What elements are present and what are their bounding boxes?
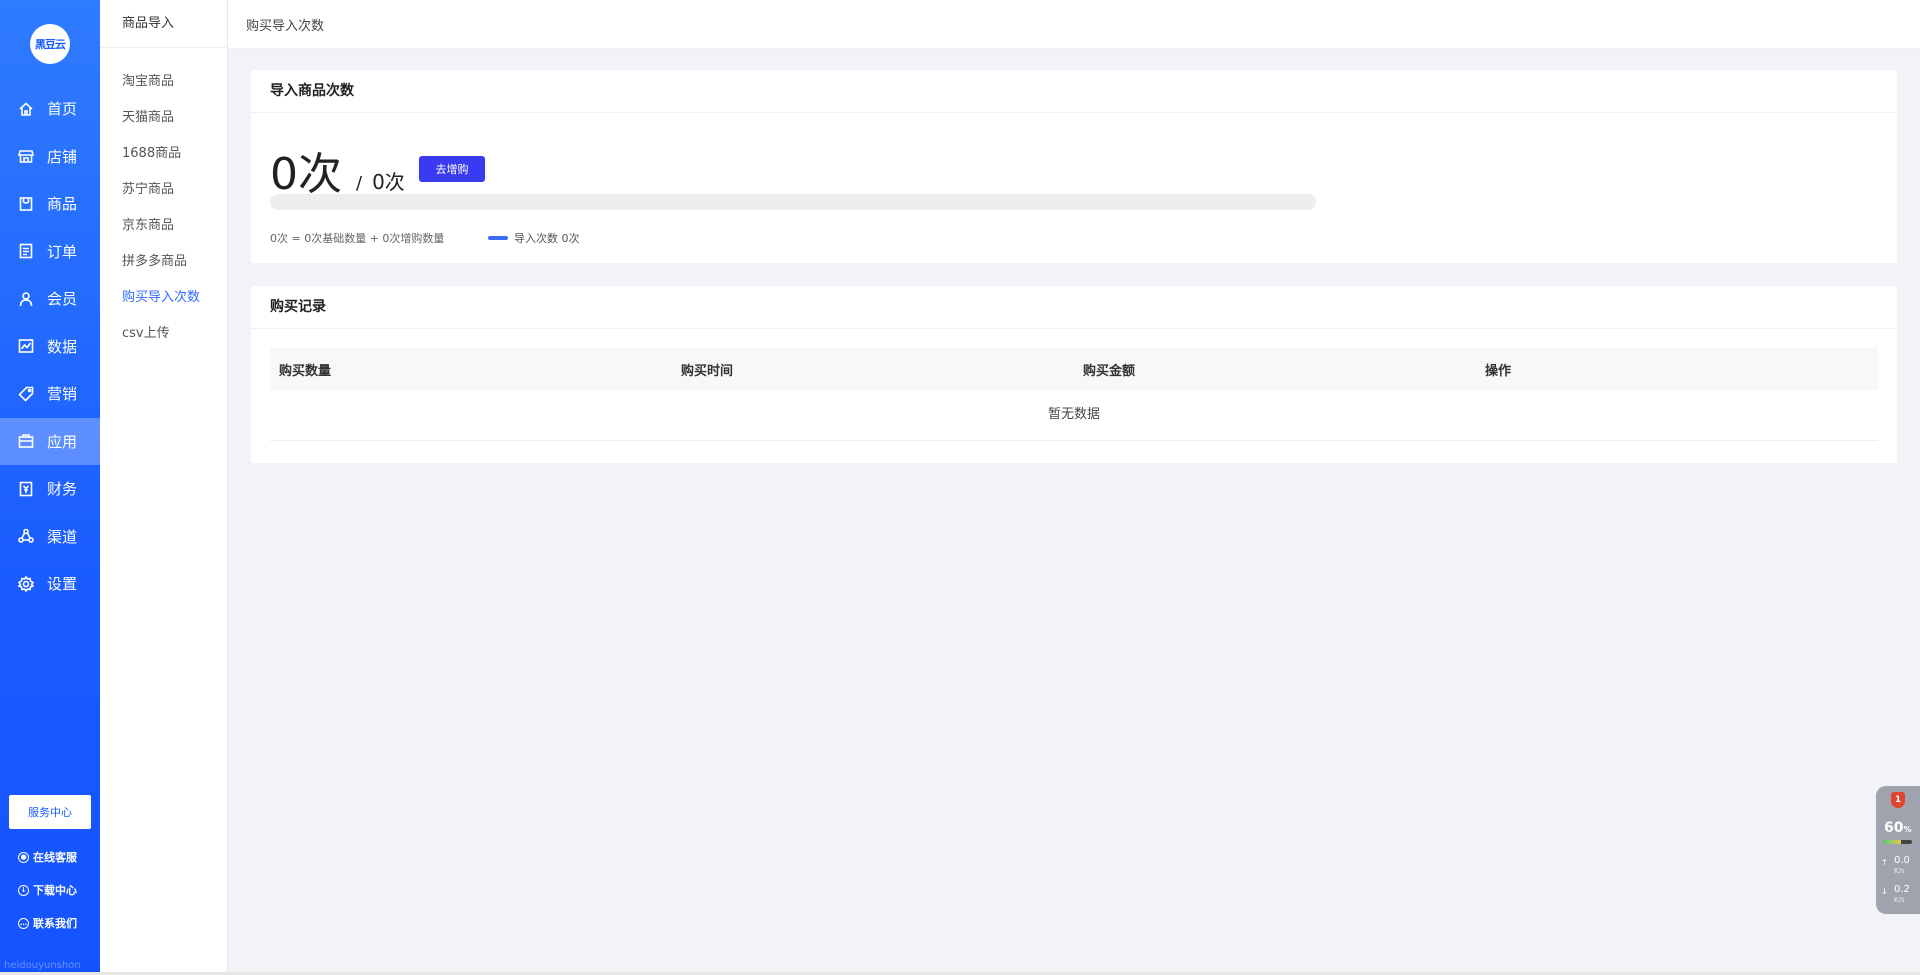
nav-label: 设置 [47, 575, 78, 594]
subnav-item-pinduoduo[interactable]: 拼多多商品 [100, 244, 227, 280]
shield-icon: 1 [1891, 792, 1905, 808]
memory-bar-fill [1884, 840, 1901, 844]
nav-label: 订单 [47, 242, 78, 261]
main-sidebar: 黑豆云 首页 店铺 商品 订单 会员 数据 营销 应用 财务 渠道 设置 服务中… [0, 0, 100, 975]
top-bar: 购买导入次数 [228, 0, 1920, 49]
nav-item-order[interactable]: 订单 [0, 228, 100, 276]
finance-icon [19, 481, 33, 497]
store-icon [18, 150, 34, 164]
breadcrumb: 购买导入次数 [246, 19, 325, 34]
app-icon [18, 434, 34, 449]
download-unit: K/s [1894, 896, 1905, 904]
subnav-title: 商品导入 [100, 0, 227, 48]
column-time: 购买时间 [681, 363, 734, 379]
column-actions: 操作 [1485, 363, 1512, 379]
download-center-label: 下载中心 [33, 884, 77, 897]
subnav-item-taobao[interactable]: 淘宝商品 [100, 64, 227, 100]
download-center-link[interactable]: ↓ 下载中心 [18, 882, 77, 898]
monitor-badge: 1 [1894, 795, 1902, 805]
chat-icon: … [18, 917, 29, 929]
table-header: 购买数量 购买时间 购买金额 操作 [270, 348, 1878, 390]
subnav-item-tmall[interactable]: 天猫商品 [100, 100, 227, 136]
contact-us-label: 联系我们 [33, 917, 77, 930]
column-quantity: 购买数量 [279, 363, 332, 379]
nav-label: 财务 [47, 480, 78, 499]
nav-label: 首页 [47, 100, 78, 119]
channel-icon [18, 528, 34, 544]
gear-icon [18, 575, 34, 592]
nav-item-finance[interactable]: 财务 [0, 465, 100, 513]
legend-swatch [488, 236, 508, 240]
total-count: 0次 [372, 170, 405, 194]
memory-percent-unit: % [1903, 825, 1912, 834]
subnav-item-csv-upload[interactable]: csv上传 [100, 316, 227, 352]
nav-item-channel[interactable]: 渠道 [0, 513, 100, 561]
download-arrow-icon: ↓ [1881, 887, 1888, 896]
nav-label: 店铺 [47, 147, 78, 166]
nav-label: 应用 [47, 432, 78, 451]
sub-sidebar: 商品导入 淘宝商品 天猫商品 1688商品 苏宁商品 京东商品 拼多多商品 购买… [100, 0, 228, 975]
purchase-records-title: 购买记录 [251, 286, 1897, 329]
nav-item-settings[interactable]: 设置 [0, 560, 100, 608]
nav-item-member[interactable]: 会员 [0, 275, 100, 323]
subnav-item-suning[interactable]: 苏宁商品 [100, 172, 227, 208]
nav-label: 渠道 [47, 527, 78, 546]
nav-label: 会员 [47, 290, 78, 309]
upload-arrow-icon: ↑ [1881, 858, 1888, 867]
import-count-card: 导入商品次数 0次 / 0次 去增购 0次 = 0次基础数量 + 0次增购数量 … [251, 70, 1897, 263]
online-support-label: 在线客服 [33, 851, 77, 864]
count-display: 0次 / 0次 [270, 138, 405, 202]
nav-label: 营销 [47, 385, 78, 404]
online-support-link[interactable]: ● 在线客服 [18, 849, 77, 865]
brand-logo[interactable]: 黑豆云 [30, 24, 70, 64]
download-icon: ↓ [18, 884, 29, 896]
chart-icon [18, 339, 34, 354]
memory-percent: 60% [1884, 820, 1912, 836]
import-count-title: 导入商品次数 [251, 70, 1897, 113]
subnav-list: 淘宝商品 天猫商品 1688商品 苏宁商品 京东商品 拼多多商品 购买导入次数 … [100, 48, 227, 352]
nav-item-goods[interactable]: 商品 [0, 180, 100, 228]
column-amount: 购买金额 [1083, 363, 1136, 379]
subnav-item-buy-import[interactable]: 购买导入次数 [100, 280, 227, 316]
nav-item-home[interactable]: 首页 [0, 85, 100, 133]
subnav-item-jd[interactable]: 京东商品 [100, 208, 227, 244]
contact-us-link[interactable]: … 联系我们 [18, 915, 77, 931]
member-icon [19, 291, 33, 306]
memory-percent-value: 60 [1884, 820, 1904, 836]
download-speed: 0.2 K/s [1894, 885, 1910, 905]
domain-watermark: heidouyunshon [4, 960, 81, 971]
nav-item-data[interactable]: 数据 [0, 323, 100, 371]
home-icon [19, 102, 33, 116]
order-icon [19, 243, 33, 259]
service-center-button[interactable]: 服务中心 [9, 795, 91, 829]
memory-bar [1884, 840, 1912, 844]
logo-text: 黑豆云 [35, 38, 66, 51]
nav-item-store[interactable]: 店铺 [0, 133, 100, 181]
nav-label: 商品 [47, 195, 78, 214]
count-separator: / [356, 173, 363, 194]
headset-icon: ● [18, 851, 29, 863]
count-formula: 0次 = 0次基础数量 + 0次增购数量 [270, 232, 445, 245]
download-value: 0.2 [1894, 884, 1910, 895]
import-progress-bar [270, 194, 1316, 210]
tag-icon [18, 386, 34, 402]
main-nav: 首页 店铺 商品 订单 会员 数据 营销 应用 财务 渠道 设置 [0, 85, 100, 608]
upload-value: 0.0 [1894, 855, 1910, 866]
subnav-item-1688[interactable]: 1688商品 [100, 136, 227, 172]
legend-label: 导入次数 0次 [514, 232, 580, 245]
progress-legend: 导入次数 0次 [488, 230, 580, 246]
nav-label: 数据 [47, 337, 78, 356]
upload-speed: 0.0 K/s [1894, 856, 1910, 876]
empty-state: 暂无数据 [270, 390, 1878, 441]
buy-more-button[interactable]: 去增购 [419, 156, 485, 182]
used-count: 0次 [270, 149, 342, 200]
goods-icon [19, 196, 33, 211]
purchase-records-card: 购买记录 购买数量 购买时间 购买金额 操作 暂无数据 [251, 286, 1897, 463]
system-monitor-widget[interactable]: 1 60% ↑ 0.0 K/s ↓ 0.2 K/s [1876, 786, 1920, 914]
upload-unit: K/s [1894, 867, 1905, 875]
nav-item-app[interactable]: 应用 [0, 417, 100, 465]
nav-item-marketing[interactable]: 营销 [0, 370, 100, 418]
purchase-records-table: 购买数量 购买时间 购买金额 操作 暂无数据 [270, 348, 1878, 441]
